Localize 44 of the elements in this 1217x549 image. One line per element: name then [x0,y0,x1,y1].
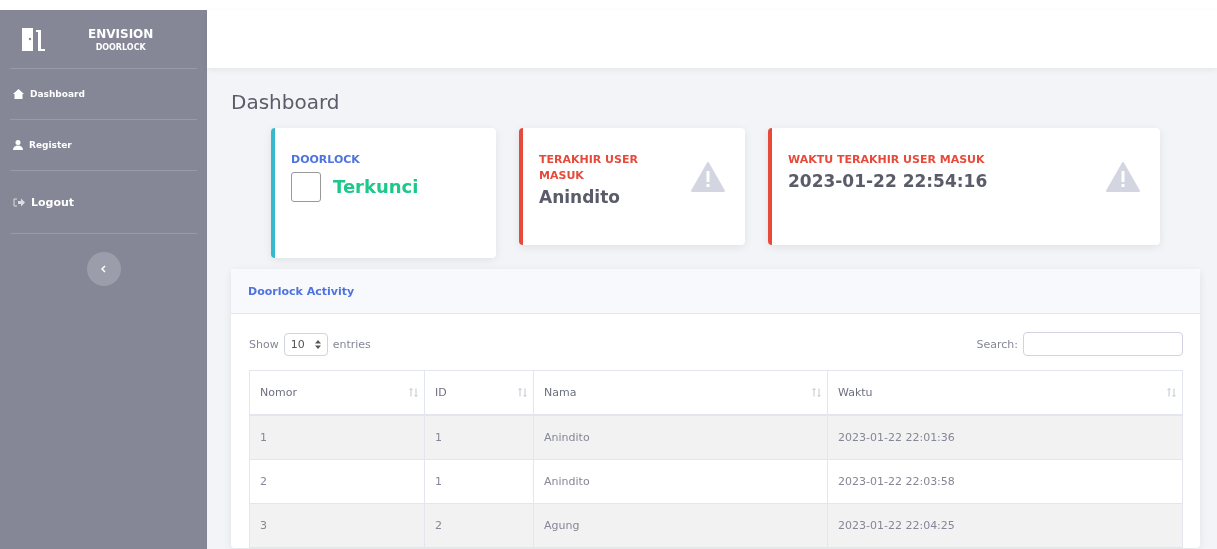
table-cell: 2023-01-22 22:03:58 [827,459,1183,504]
sort-icon [1167,388,1176,397]
lock-status: Terkunci [333,176,419,198]
sort-icon [812,388,821,397]
table-cell: Anindito [533,459,828,504]
page-title: Dashboard [231,90,341,114]
card-title: Doorlock Activity [248,284,355,298]
show-label: Show [249,337,279,351]
brand-title: ENVISION [88,26,154,41]
table-cell: 2 [249,459,425,504]
table-cell: 2023-01-22 22:01:36 [827,415,1183,460]
card-label: DOORLOCK [291,152,361,168]
sort-icon [409,388,418,397]
card-value: 2023-01-22 22:54:16 [788,170,988,191]
card-value: Anindito [539,186,621,207]
table-cell: 1 [424,459,534,504]
sort-icon [518,388,527,397]
door-icon [20,25,48,53]
table-cell: 2 [424,503,534,548]
warning-icon [691,162,725,192]
table-cell: Anindito [533,415,828,460]
card-label: TERAKHIR USER MASUK [539,152,639,184]
sort-icon [314,339,321,349]
sidebar-item[interactable]: Logout [10,171,197,234]
entries-label: entries [332,337,371,351]
brand-subtitle: DOORLOCK [95,42,146,52]
table-cell: 1 [424,415,534,460]
user-icon [13,140,23,150]
page-size-select[interactable]: 10 [283,332,328,356]
search-label: Search: [976,337,1018,351]
home-icon [13,89,24,99]
card-label: WAKTU TERAKHIR USER MASUK [788,152,986,168]
sidebar-toggle-button[interactable] [86,252,121,286]
logout-icon [13,197,25,207]
table-cell: 2023-01-22 22:04:25 [827,503,1183,548]
chevron-left-icon [101,265,106,273]
search-field[interactable] [1023,332,1183,356]
sidebar-item[interactable]: Dashboard [10,69,197,120]
table-cell: Agung [533,503,828,548]
warning-icon [1106,162,1140,192]
table-cell: 1 [249,415,425,460]
table-cell: 3 [249,503,425,548]
sidebar-item[interactable]: Register [10,120,197,171]
checkbox[interactable] [291,171,321,202]
